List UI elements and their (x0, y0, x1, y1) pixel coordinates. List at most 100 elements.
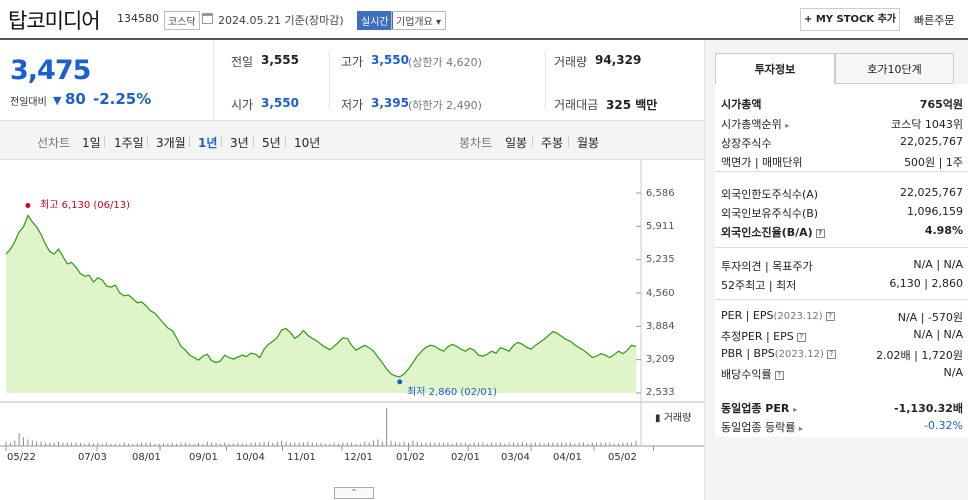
volume-bar (263, 441, 265, 446)
foreign-rate-value: 4.98% (924, 224, 963, 237)
pbr-text: PBR | BPS (721, 347, 775, 360)
volume-bar (451, 443, 453, 446)
volume-bar (499, 442, 501, 446)
tab-order-book[interactable]: 호가10단계 (835, 53, 954, 84)
amount-unit: 백만 (635, 98, 658, 112)
upper-limit: (상한가 4,620) (408, 56, 482, 69)
volume-label: 거래량 (554, 55, 588, 69)
tab-10y[interactable]: 10년 (294, 134, 320, 151)
min-price-annotation: 최저 2,860 (02/01) (407, 387, 498, 398)
dividend-text: 배당수익률 (721, 368, 772, 381)
volume-bar (31, 440, 33, 446)
realtime-button[interactable]: 실시간 (357, 11, 393, 30)
sector-per-text: 동일업종 PER (721, 402, 790, 415)
help-icon[interactable]: ? (825, 312, 835, 321)
min-point (397, 379, 403, 385)
tab-monthly[interactable]: 월봉 (577, 134, 599, 151)
volume-bar (237, 442, 239, 446)
price-area (6, 215, 636, 393)
volume-bar (62, 442, 64, 446)
price-box: 3,475 전일대비 ▼ 80 -2.25% (0, 40, 214, 120)
tab-daily[interactable]: 일봉 (505, 134, 527, 151)
pbr-date: (2023.12) (774, 349, 824, 360)
volume-bar (228, 443, 230, 446)
mcap-rank-text: 시가총액순위 (721, 118, 782, 131)
volume-bar (504, 443, 506, 446)
volume-bar (438, 442, 440, 446)
divider (221, 136, 222, 147)
per-label: PER | EPS(2023.12)? (721, 309, 835, 322)
quick-order-link[interactable]: 빠른주문 (914, 12, 954, 28)
market-badge: 코스닥 (164, 11, 200, 30)
volume-bar (526, 442, 528, 446)
volume-bar (176, 443, 178, 446)
divider (189, 136, 190, 147)
volume-bar (233, 443, 234, 446)
per-text: PER | EPS (721, 309, 774, 322)
volume-bar (114, 443, 116, 446)
volume-bar (329, 443, 331, 446)
low-value: 3,395 (371, 96, 409, 110)
divider (285, 136, 286, 147)
volume-bar (478, 442, 479, 446)
prev-value: 3,555 (261, 53, 299, 67)
volume-bar (180, 442, 182, 446)
volume-bar (434, 442, 436, 446)
volume-bar (421, 442, 423, 446)
volume-bar (377, 439, 379, 446)
corp-info-dropdown[interactable]: 기업개요 ▾ (391, 11, 447, 30)
volume-bar (600, 442, 602, 446)
x-tick: 03/04 (501, 452, 530, 463)
volume-legend-label: 거래량 (663, 413, 692, 424)
divider (147, 136, 148, 147)
volume-bar (482, 442, 484, 446)
face-value: 500원 | 1주 (904, 156, 963, 169)
mcap-rank-value: 코스닥 1043위 (891, 118, 963, 131)
stock-header: 탑코미디어 134580 코스닥 2024.05.21 기준(장마감) 실시간 … (0, 0, 968, 38)
shares-value: 22,025,767 (900, 135, 963, 148)
low-label: 저가 (341, 98, 364, 112)
help-icon[interactable]: ? (826, 350, 836, 359)
chart-tab-bar: 선차트 1일 1주일 3개월 1년 3년 5년 10년 봉차트 일봉 주봉 월봉 (0, 120, 704, 160)
chevron-right-icon[interactable]: ▸ (799, 424, 803, 433)
volume-bar (491, 442, 493, 446)
tab-weekly[interactable]: 주봉 (541, 134, 563, 151)
tab-3m[interactable]: 3개월 (156, 134, 186, 151)
volume-bar (530, 442, 532, 446)
volume-bar (184, 442, 186, 446)
volume-bar (552, 442, 554, 446)
tab-invest-info[interactable]: 투자정보 (715, 53, 835, 84)
tab-5y[interactable]: 5년 (262, 134, 281, 151)
chevron-up-icon[interactable]: ⌃ (334, 487, 374, 499)
volume-bar (285, 441, 287, 446)
tab-1y[interactable]: 1년 (198, 134, 217, 151)
lower-limit: (하한가 2,490) (408, 99, 482, 112)
volume-bar (101, 443, 103, 446)
help-icon[interactable]: ? (774, 371, 784, 380)
down-arrow-icon: ▼ (53, 94, 62, 107)
face-value-label: 액면가 | 매매단위 (721, 156, 803, 169)
volume-bar (14, 440, 16, 446)
eper-text: 추정PER | EPS (721, 330, 794, 343)
y-tick: 4,560 (646, 288, 675, 299)
volume-bar (198, 442, 199, 446)
price-chart[interactable] (0, 160, 704, 500)
volume-bar (412, 440, 414, 446)
volume-bar (53, 442, 55, 446)
help-icon[interactable]: ? (815, 229, 825, 238)
tab-3y[interactable]: 3년 (230, 134, 249, 151)
chevron-right-icon[interactable]: ▸ (785, 121, 789, 130)
volume-bar (145, 442, 147, 446)
chevron-right-icon[interactable]: ▸ (793, 405, 797, 414)
add-mystock-button[interactable]: + MY STOCK 추가 (800, 8, 900, 31)
tab-1d[interactable]: 1일 (82, 134, 101, 151)
divider (715, 299, 968, 300)
divider (329, 50, 330, 110)
volume-legend: ▮ 거래량 (655, 413, 692, 424)
help-icon[interactable]: ? (796, 333, 806, 342)
volume-bar (631, 442, 633, 446)
volume-bar (403, 441, 405, 446)
x-tick: 12/01 (344, 452, 373, 463)
volume-bar (609, 442, 611, 446)
tab-1w[interactable]: 1주일 (114, 134, 144, 151)
